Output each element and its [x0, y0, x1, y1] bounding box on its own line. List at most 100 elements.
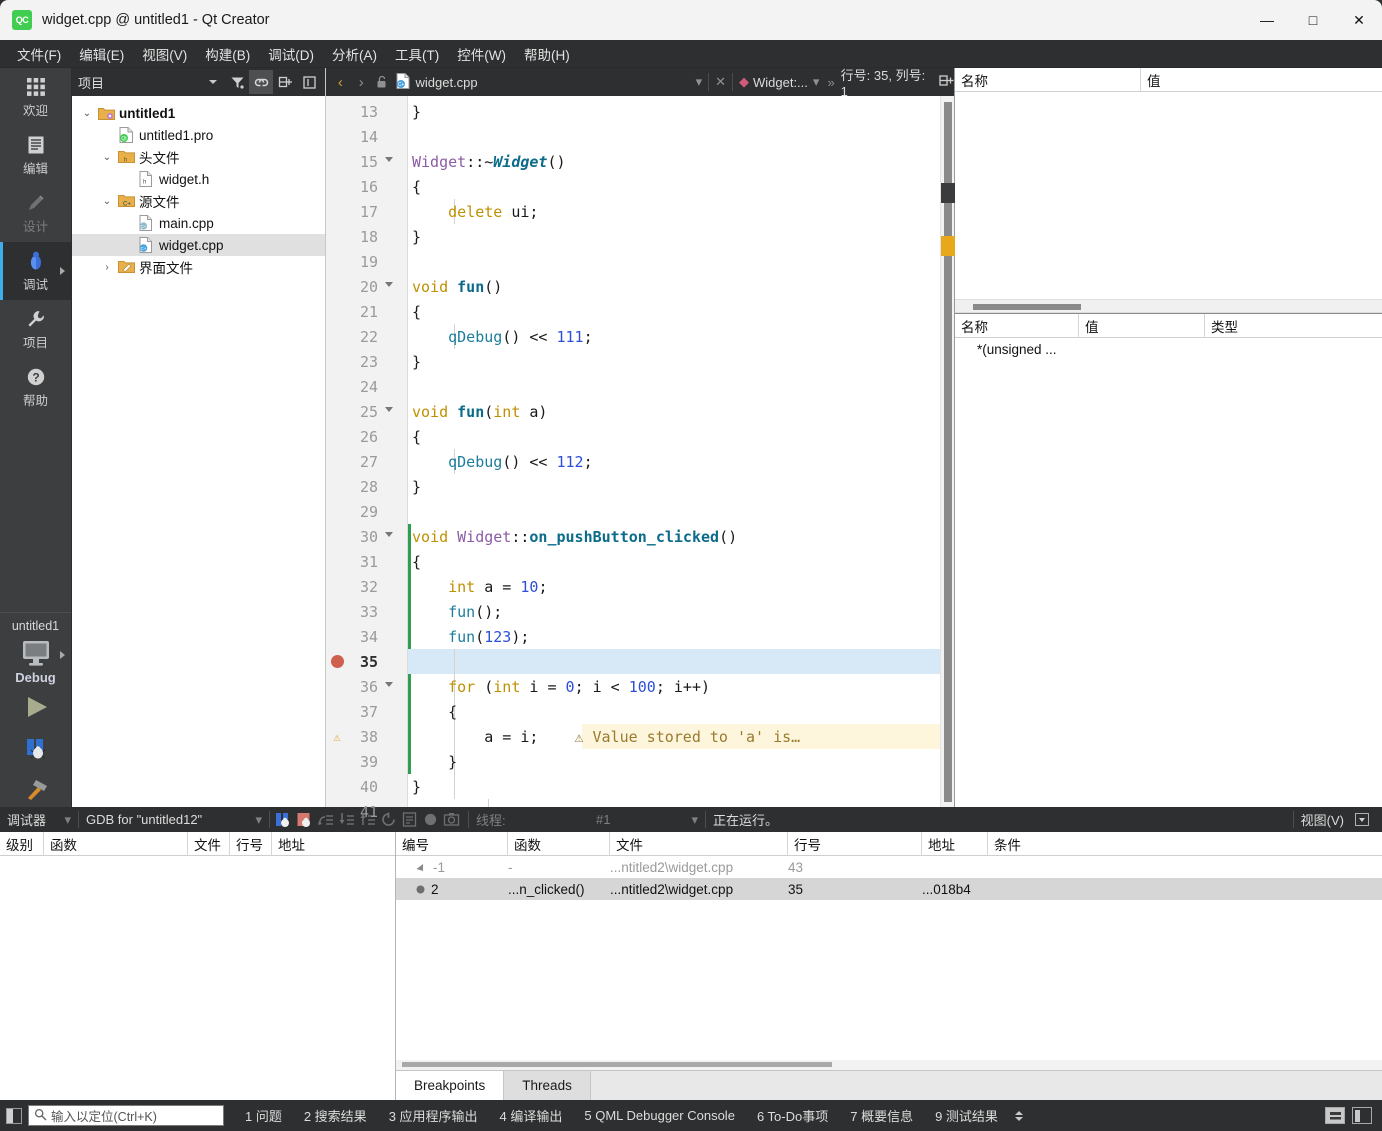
mode-expand-arrow-icon[interactable]: [60, 267, 65, 275]
gutter-line-38[interactable]: ⚠ 38: [326, 724, 407, 749]
code-line-29[interactable]: [408, 499, 940, 524]
project-tree[interactable]: ⌄ untitled1 Qt untitled1.pro ⌄ h 头文件 h widget.h ⌄…: [72, 96, 325, 807]
menu-item-0[interactable]: 文件(F): [8, 41, 70, 67]
gutter-line-19[interactable]: 19: [326, 249, 407, 274]
breakpoint-row[interactable]: -1 - ...ntitled2\widget.cpp 43: [396, 856, 1382, 878]
breakpoint-row[interactable]: 2 ...n_clicked() ...ntitled2\widget.cpp 35.…: [396, 878, 1382, 900]
warning-icon[interactable]: ⚠: [326, 730, 348, 744]
locator-input[interactable]: 输入以定位(Ctrl+K): [28, 1105, 224, 1126]
gutter-line-22[interactable]: 22: [326, 324, 407, 349]
breakpoints-hscrollbar[interactable]: [396, 1060, 1382, 1070]
output-tab-4[interactable]: 5 QML Debugger Console: [573, 1108, 746, 1123]
gutter-line-40[interactable]: 40: [326, 774, 407, 799]
menu-item-2[interactable]: 视图(V): [133, 41, 196, 67]
tree-item-----[interactable]: › 界面文件: [72, 256, 325, 278]
code-line-34[interactable]: fun(123);: [408, 624, 940, 649]
progress-box-icon[interactable]: [1325, 1107, 1345, 1124]
breakpoint-icon[interactable]: [326, 655, 348, 668]
gutter-line-20[interactable]: 20: [326, 274, 407, 299]
code-line-16[interactable]: {: [408, 174, 940, 199]
tree-item-widget.cpp[interactable]: C+ widget.cpp: [72, 234, 325, 256]
debug-tab-threads[interactable]: Threads: [504, 1071, 591, 1100]
gutter-line-31[interactable]: 31: [326, 549, 407, 574]
gutter-line-32[interactable]: 32: [326, 574, 407, 599]
symbol-dropdown-caret-icon[interactable]: ▾: [813, 74, 820, 90]
stack-col-file[interactable]: 文件: [188, 831, 230, 856]
code-line-17[interactable]: delete ui;: [408, 199, 940, 224]
tree-item----[interactable]: ⌄ C+ 源文件: [72, 190, 325, 212]
bp-col-line[interactable]: 行号: [788, 831, 922, 856]
gutter-line-27[interactable]: 27: [326, 449, 407, 474]
breakpoints-body[interactable]: -1 - ...ntitled2\widget.cpp 43 2 ...n_clicked…: [396, 856, 1382, 1060]
chevron-right-icon[interactable]: ›: [98, 262, 116, 273]
dropdown-box-icon[interactable]: [1351, 809, 1372, 830]
chevron-left-icon[interactable]: ‹: [330, 74, 351, 91]
mode-edit[interactable]: 编辑: [0, 126, 71, 184]
code-line-26[interactable]: {: [408, 424, 940, 449]
chevron-down-icon[interactable]: [209, 80, 217, 84]
gutter-line-13[interactable]: 13: [326, 99, 407, 124]
chevron-right-icon[interactable]: ›: [351, 74, 372, 91]
breakpoint-toggle-icon[interactable]: [420, 809, 441, 830]
gutter-line-25[interactable]: 25: [326, 399, 407, 424]
stack-col-address[interactable]: 地址: [272, 832, 395, 856]
minimize-button[interactable]: —: [1244, 0, 1290, 40]
menu-item-5[interactable]: 分析(A): [323, 41, 386, 67]
gutter-line-34[interactable]: 34: [326, 624, 407, 649]
chevron-down-icon[interactable]: ▾: [691, 812, 698, 828]
fold-toggle-icon[interactable]: [382, 682, 396, 691]
debugger-session-combo[interactable]: GDB for "untitled12" ▾: [79, 807, 269, 832]
build-button[interactable]: [0, 769, 71, 807]
chevron-down-icon[interactable]: ⌄: [78, 108, 96, 119]
chevron-down-icon[interactable]: ▾: [64, 812, 71, 828]
unlocked-icon[interactable]: [372, 75, 393, 89]
chevron-down-icon[interactable]: ⌄: [98, 152, 116, 163]
bp-col-file[interactable]: 文件: [610, 831, 788, 856]
registers-col-value[interactable]: 值: [1079, 313, 1205, 338]
chevron-down-icon[interactable]: ⌄: [98, 196, 116, 207]
code-line-38[interactable]: a = i; ⚠ Value stored to 'a' is…: [408, 724, 940, 749]
thread-value[interactable]: #1 ▾: [589, 807, 705, 832]
toolbar-overflow-icon[interactable]: »: [827, 75, 834, 90]
file-dropdown-caret-icon[interactable]: ▾: [696, 74, 703, 90]
code-line-31[interactable]: {: [408, 549, 940, 574]
gutter-line-16[interactable]: 16: [326, 174, 407, 199]
bp-col-address[interactable]: 地址: [922, 831, 988, 856]
code-line-22[interactable]: qDebug() << 111;: [408, 324, 940, 349]
bp-col-condition[interactable]: 条件: [988, 832, 1382, 856]
tree-item-untitled1[interactable]: ⌄ untitled1: [72, 102, 325, 124]
debug-view-tabs[interactable]: Breakpoints Threads: [396, 1070, 1382, 1100]
menu-item-8[interactable]: 帮助(H): [515, 41, 579, 67]
gutter-line-21[interactable]: 21: [326, 299, 407, 324]
gutter-line-37[interactable]: 37: [326, 699, 407, 724]
code-line-15[interactable]: Widget::~Widget(): [408, 149, 940, 174]
menu-item-7[interactable]: 控件(W): [448, 41, 515, 67]
focus-icon[interactable]: [297, 70, 321, 94]
code-line-18[interactable]: }: [408, 224, 940, 249]
split-add-icon[interactable]: [939, 74, 954, 91]
code-line-36[interactable]: for (int i = 0; i < 100; i++): [408, 674, 940, 699]
tree-item-untitled1.pro[interactable]: Qt untitled1.pro: [72, 124, 325, 146]
editor-scrollbar[interactable]: [940, 96, 955, 807]
start-debugging-button[interactable]: [0, 729, 71, 769]
code-line-13[interactable]: }: [408, 99, 940, 124]
breakpoints-hscroll-thumb[interactable]: [402, 1062, 832, 1067]
fold-toggle-icon[interactable]: [382, 157, 396, 166]
menu-item-1[interactable]: 编辑(E): [70, 41, 133, 67]
mode-help[interactable]: ? 帮助: [0, 358, 71, 416]
up-down-icon[interactable]: [1014, 1110, 1023, 1121]
scrollbar-thumb[interactable]: [944, 102, 952, 802]
gutter-line-24[interactable]: 24: [326, 374, 407, 399]
registers-body[interactable]: *(unsigned ...: [955, 338, 1382, 807]
menu-item-4[interactable]: 调试(D): [259, 41, 323, 67]
locals-hscrollbar[interactable]: [955, 299, 1382, 313]
gutter-line-14[interactable]: 14: [326, 124, 407, 149]
gutter-line-28[interactable]: 28: [326, 474, 407, 499]
code-area[interactable]: } Widget::~Widget(){ delete ui;} void fun(…: [408, 96, 940, 807]
stack-col-level[interactable]: 级别: [0, 831, 44, 856]
editor-file-selector[interactable]: C+ widget.cpp: [392, 72, 481, 92]
run-button[interactable]: [0, 685, 71, 729]
gutter-line-17[interactable]: 17: [326, 199, 407, 224]
locals-col-name[interactable]: 名称: [955, 67, 1141, 92]
editor-symbol-selector[interactable]: Widget:...: [753, 75, 808, 90]
